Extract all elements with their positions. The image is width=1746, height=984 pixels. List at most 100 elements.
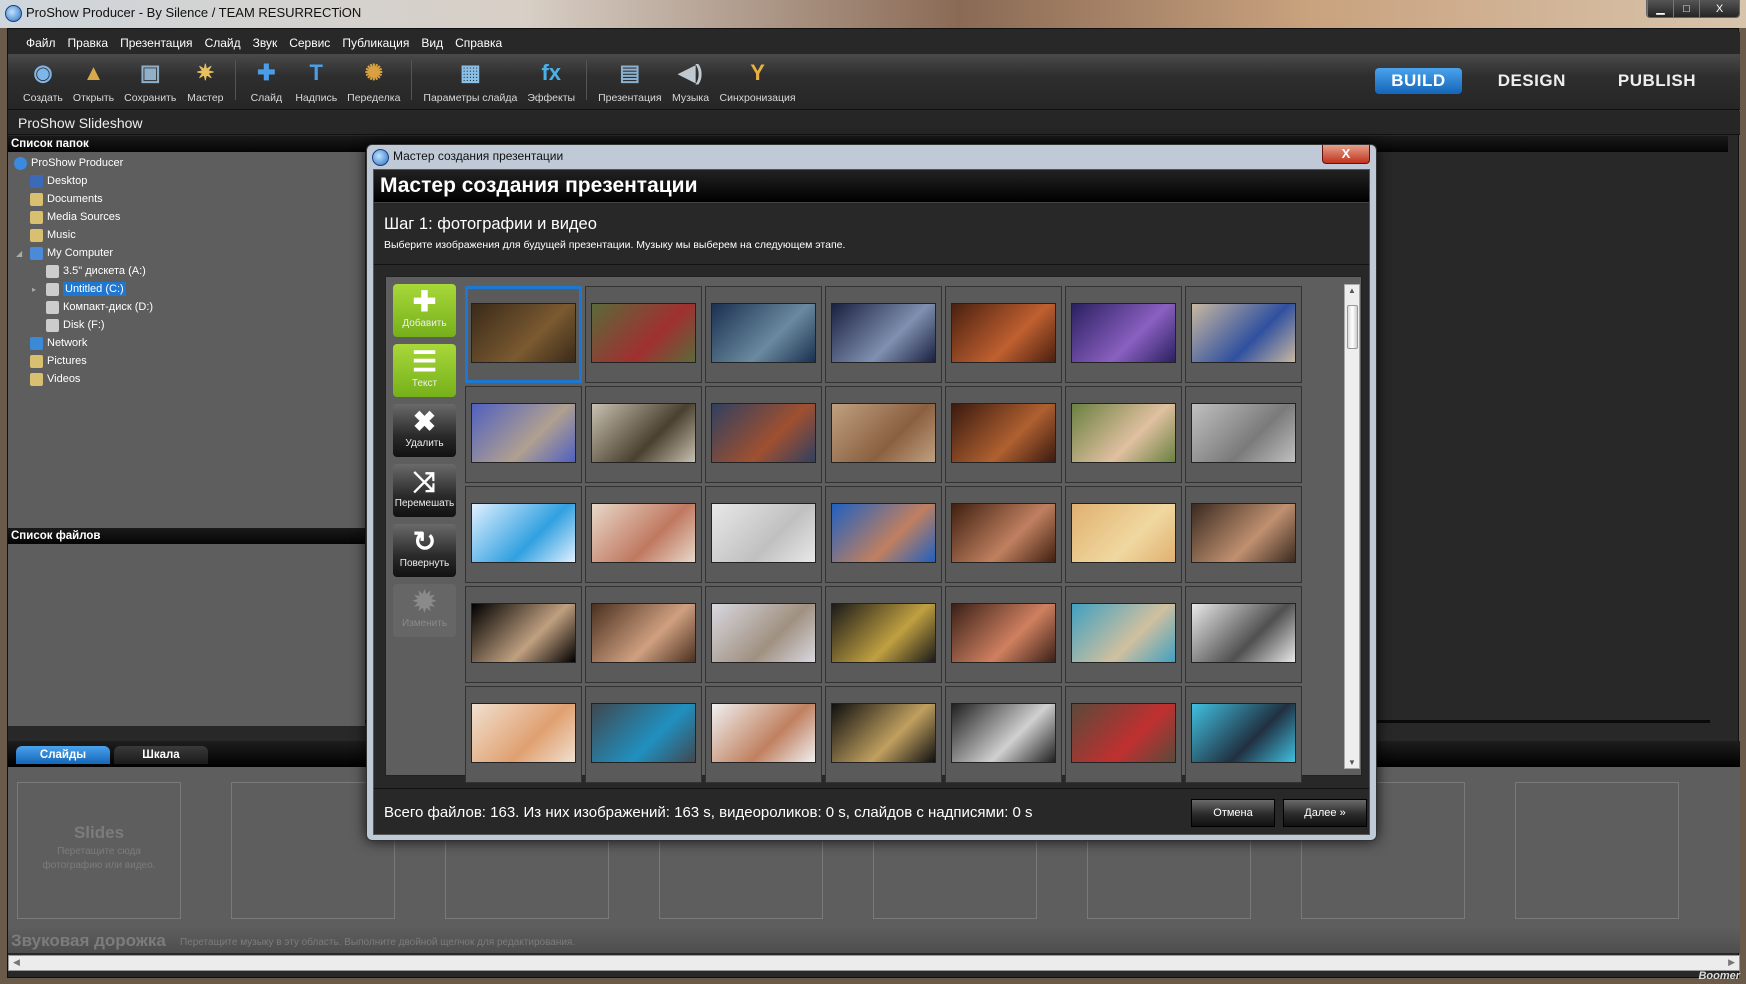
folder-tree-item[interactable]: ▸ Untitled (C:)	[8, 280, 365, 298]
thumbnail-cell[interactable]	[945, 386, 1062, 483]
audio-track[interactable]: Звуковая дорожка Перетащите музыку в эту…	[8, 927, 1740, 953]
cancel-button[interactable]: Отмена	[1191, 799, 1275, 827]
tab-design[interactable]: DESIGN	[1482, 68, 1582, 94]
toolbar-remix-button[interactable]: ✺ Переделка	[342, 54, 405, 109]
thumbnail-cell[interactable]	[705, 286, 822, 383]
toolbar-speaker-button[interactable]: ◀) Музыка	[667, 54, 715, 109]
thumbnail-cell[interactable]	[945, 686, 1062, 783]
rotate-button[interactable]: ↻ Повернуть	[393, 524, 456, 577]
tab-publish[interactable]: PUBLISH	[1602, 68, 1712, 94]
thumbnail-cell[interactable]	[465, 286, 582, 383]
thumbnail-cell[interactable]	[825, 386, 942, 483]
maximize-button[interactable]: □	[1673, 0, 1699, 17]
thumbnail-cell[interactable]	[465, 686, 582, 783]
thumbnail-cell[interactable]	[1185, 386, 1302, 483]
thumbnail-cell[interactable]	[585, 486, 702, 583]
tab-slides[interactable]: Слайды	[16, 746, 110, 764]
folder-tree-item[interactable]: 3.5" дискета (A:)	[8, 262, 365, 280]
menu-item[interactable]: Презентация	[114, 32, 199, 54]
slide-slot[interactable]: Slides Перетащите сюда фотографию или вид…	[17, 782, 181, 919]
thumbnail-cell[interactable]	[705, 386, 822, 483]
thumbnail-cell[interactable]	[825, 686, 942, 783]
menu-item[interactable]: Вид	[415, 32, 449, 54]
expand-arrow-icon[interactable]: ▸	[32, 285, 36, 294]
shuffle-button[interactable]: ⤨ Перемешать	[393, 464, 456, 517]
thumbnail-cell[interactable]	[1065, 386, 1182, 483]
slide-slot[interactable]	[1515, 782, 1679, 919]
vertical-scrollbar[interactable]: ▲ ▼	[1344, 284, 1360, 769]
scroll-left-icon[interactable]: ◀	[13, 957, 20, 968]
menu-item[interactable]: Правка	[62, 32, 115, 54]
folder-tree-item[interactable]: Network	[8, 334, 365, 352]
plus-button[interactable]: ✚ Добавить	[393, 284, 456, 337]
expand-arrow-icon[interactable]: ◢	[16, 249, 22, 258]
toolbar-sync-button[interactable]: Y Синхронизация	[715, 54, 801, 109]
thumbnail-cell[interactable]	[465, 586, 582, 683]
toolbar-add-text-button[interactable]: T Надпись	[290, 54, 342, 109]
thumbnail-cell[interactable]	[825, 286, 942, 383]
tab-timeline[interactable]: Шкала	[114, 746, 208, 764]
thumbnail-cell[interactable]	[1065, 486, 1182, 583]
dialog-close-button[interactable]: X	[1322, 145, 1370, 164]
thumbnail-image	[831, 703, 936, 763]
thumbnail-cell[interactable]	[945, 286, 1062, 383]
folder-tree-item[interactable]: ◢ My Computer	[8, 244, 365, 262]
toolbar-wizard-button[interactable]: ✷ Мастер	[181, 54, 229, 109]
add-text-list-button[interactable]: ☰ Текст	[393, 344, 456, 397]
thumbnail-cell[interactable]	[1185, 586, 1302, 683]
folder-tree-item[interactable]: Pictures	[8, 352, 365, 370]
toolbar-add-slide-button[interactable]: ✚ Слайд	[242, 54, 290, 109]
menu-item[interactable]: Файл	[20, 32, 62, 54]
thumbnail-cell[interactable]	[1185, 486, 1302, 583]
tab-build[interactable]: BUILD	[1375, 68, 1462, 94]
folder-tree-item[interactable]: Media Sources	[8, 208, 365, 226]
scrollbar-thumb[interactable]	[1347, 305, 1358, 349]
thumbnail-cell[interactable]	[585, 286, 702, 383]
thumbnail-cell[interactable]	[705, 486, 822, 583]
thumbnail-cell[interactable]	[585, 586, 702, 683]
thumbnail-cell[interactable]	[705, 686, 822, 783]
toolbar-film-reel-button[interactable]: ◉ Создать	[18, 54, 68, 109]
toolbar-slide-options-button[interactable]: ▦ Параметры слайда	[418, 54, 522, 109]
next-button[interactable]: Далее »	[1283, 799, 1367, 827]
toolbar-show-options-button[interactable]: ▤ Презентация	[593, 54, 666, 109]
thumbnail-cell[interactable]	[585, 686, 702, 783]
thumbnail-image	[1191, 603, 1296, 663]
thumbnail-cell[interactable]	[1065, 286, 1182, 383]
folder-tree-item[interactable]: Disk (F:)	[8, 316, 365, 334]
thumbnail-cell[interactable]	[1065, 586, 1182, 683]
scroll-up-icon[interactable]: ▲	[1348, 286, 1356, 295]
toolbar-open-folder-button[interactable]: ▲ Открыть	[68, 54, 119, 109]
toolbar-floppy-disk-button[interactable]: ▣ Сохранить	[119, 54, 181, 109]
scroll-right-icon[interactable]: ▶	[1728, 957, 1735, 968]
thumbnail-cell[interactable]	[825, 486, 942, 583]
menu-item[interactable]: Сервис	[283, 32, 336, 54]
toolbar-fx-button[interactable]: fx Эффекты	[522, 54, 580, 109]
proshow-app-icon	[5, 5, 22, 22]
thumbnail-cell[interactable]	[1065, 686, 1182, 783]
horizontal-scrollbar[interactable]: ◀ ▶	[8, 955, 1740, 971]
thumbnail-cell[interactable]	[1185, 286, 1302, 383]
menu-item[interactable]: Справка	[449, 32, 508, 54]
menu-item[interactable]: Публикация	[336, 32, 415, 54]
thumbnail-cell[interactable]	[945, 486, 1062, 583]
thumbnail-cell[interactable]	[825, 586, 942, 683]
folder-tree-item[interactable]: Desktop	[8, 172, 365, 190]
folder-tree-item[interactable]: Documents	[8, 190, 365, 208]
thumbnail-cell[interactable]	[465, 386, 582, 483]
folder-tree-item[interactable]: Videos	[8, 370, 365, 388]
thumbnail-cell[interactable]	[465, 486, 582, 583]
thumbnail-cell[interactable]	[1185, 686, 1302, 783]
folder-tree-item[interactable]: Music	[8, 226, 365, 244]
menu-item[interactable]: Слайд	[199, 32, 247, 54]
close-button[interactable]: X	[1699, 0, 1739, 17]
folder-tree-item[interactable]: Компакт-диск (D:)	[8, 298, 365, 316]
x-button[interactable]: ✖ Удалить	[393, 404, 456, 457]
minimize-button[interactable]: ▁	[1647, 0, 1673, 17]
thumbnail-cell[interactable]	[585, 386, 702, 483]
folder-tree-item[interactable]: ProShow Producer	[8, 154, 365, 172]
thumbnail-cell[interactable]	[945, 586, 1062, 683]
menu-item[interactable]: Звук	[247, 32, 284, 54]
scroll-down-icon[interactable]: ▼	[1348, 758, 1356, 767]
thumbnail-cell[interactable]	[705, 586, 822, 683]
